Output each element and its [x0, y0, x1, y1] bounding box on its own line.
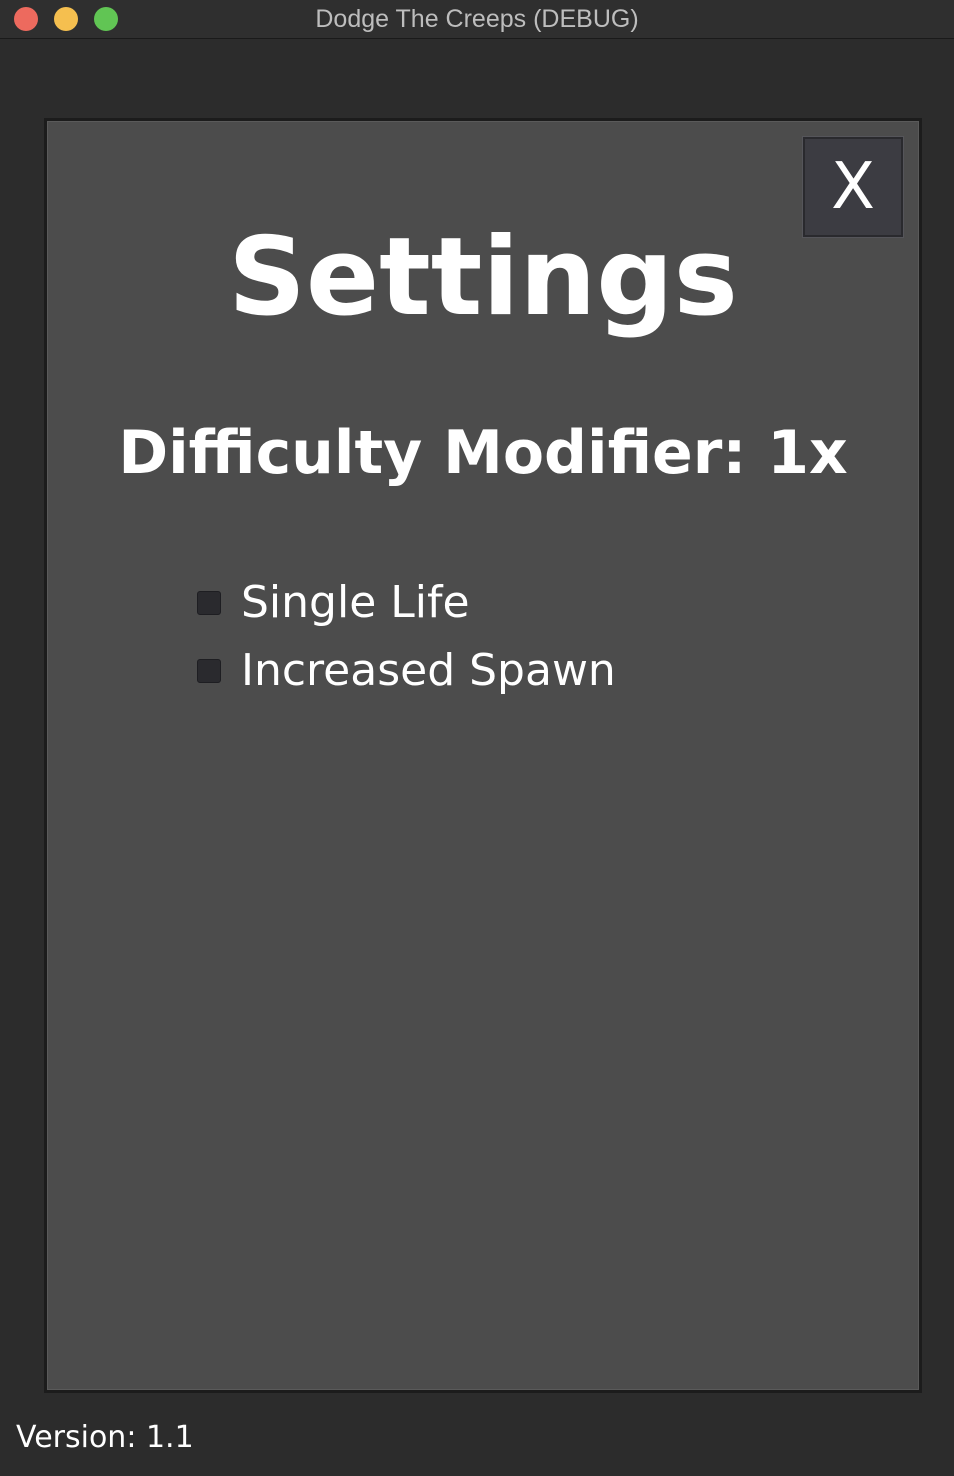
single-life-label: Single Life — [241, 577, 470, 628]
game-window: Dodge The Creeps (DEBUG) X Settings Diff… — [0, 0, 954, 1476]
title-bar: Dodge The Creeps (DEBUG) — [0, 0, 954, 39]
single-life-option[interactable]: Single Life — [197, 575, 470, 631]
increased-spawn-option[interactable]: Increased Spawn — [197, 643, 616, 699]
increased-spawn-checkbox[interactable] — [197, 659, 221, 683]
difficulty-modifier-label: Difficulty Modifier: 1x — [118, 418, 848, 488]
settings-panel: X Settings Difficulty Modifier: 1x Singl… — [44, 118, 922, 1393]
version-label: Version: 1.1 — [16, 1420, 194, 1455]
single-life-checkbox[interactable] — [197, 591, 221, 615]
window-title: Dodge The Creeps (DEBUG) — [315, 5, 639, 33]
increased-spawn-label: Increased Spawn — [241, 645, 616, 696]
settings-heading: Settings — [228, 215, 738, 340]
